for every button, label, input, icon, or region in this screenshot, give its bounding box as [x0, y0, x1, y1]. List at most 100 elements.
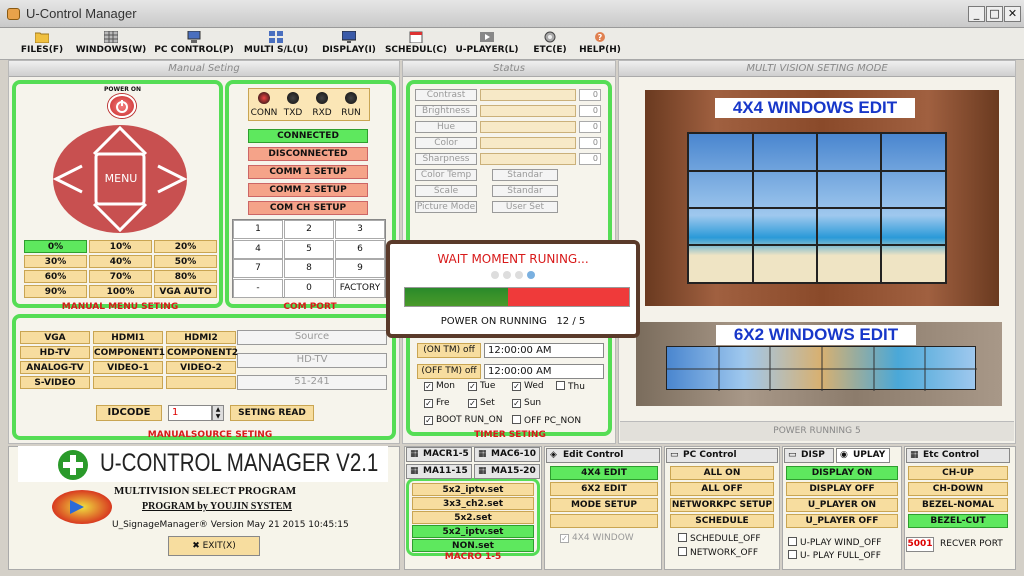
level-button[interactable]: 90% [24, 285, 87, 298]
com-button[interactable]: COM CH SETUP [248, 201, 368, 215]
network-off-check[interactable]: NETWORK_OFF [678, 547, 758, 558]
menu-uplayer[interactable]: U-PLAYER(L) [452, 28, 522, 60]
day-check-set[interactable]: ✓ Set [468, 398, 495, 408]
recver-port-input[interactable]: 5001 [906, 537, 934, 552]
day-check-mon[interactable]: ✓ Mon [424, 381, 455, 391]
pc-button[interactable]: SCHEDULE [670, 514, 774, 528]
level-button[interactable]: 0% [24, 240, 87, 253]
keypad-key[interactable]: 7 [233, 259, 283, 278]
pc-button[interactable]: NETWORKPC SETUP [670, 498, 774, 512]
com-button[interactable]: COMM 1 SETUP [248, 165, 368, 179]
disp-button[interactable]: U_PLAYER ON [786, 498, 898, 512]
macro-tab[interactable]: ▦ MAC6-10 [474, 447, 540, 462]
source-button[interactable] [166, 376, 236, 389]
disp-button[interactable]: DISPLAY OFF [786, 482, 898, 496]
status-slider[interactable] [480, 105, 576, 117]
source-button[interactable]: COMPONENT2 [166, 346, 238, 359]
source-button[interactable]: COMPONENT1 [93, 346, 165, 359]
keypad-key[interactable]: 4 [233, 239, 283, 259]
pc-control-tab[interactable]: ▭ PC Control [666, 448, 778, 463]
uplay-tab[interactable]: ◉ UPLAY [836, 448, 890, 463]
keypad-key[interactable]: 0 [284, 278, 334, 298]
etc-control-tab[interactable]: ▦ Etc Control [906, 448, 1010, 463]
wall-4x4-preview[interactable]: 4X4 WINDOWS EDIT [645, 90, 999, 306]
status-slider[interactable] [480, 121, 576, 133]
status-slider[interactable] [480, 137, 576, 149]
menu-button[interactable]: MENU [96, 154, 146, 204]
day-check-thu[interactable]: Thu [556, 381, 585, 392]
seting-read-button[interactable]: SETING READ [230, 405, 314, 421]
edit-button[interactable]: 6X2 EDIT [550, 482, 658, 496]
schedule-off-check[interactable]: SCHEDULE_OFF [678, 533, 761, 544]
level-button[interactable]: 40% [89, 255, 152, 268]
mode-value[interactable]: Standar [492, 169, 558, 181]
menu-help[interactable]: ? HELP(H) [576, 28, 624, 60]
edit-button[interactable]: 4X4 EDIT [550, 466, 658, 480]
on-time-input[interactable]: 12:00:00 AM [484, 343, 604, 358]
uplay-wind-check[interactable]: U-PLAY WIND_OFF [788, 537, 881, 548]
source-button[interactable]: HDMI1 [93, 331, 163, 344]
edit-button[interactable]: MODE SETUP [550, 498, 658, 512]
com-button[interactable]: CONNECTED [248, 129, 368, 143]
idcode-input[interactable]: 1 [168, 405, 212, 421]
idcode-spinner[interactable]: ▲ ▼ [212, 405, 224, 421]
keypad-key[interactable]: 1 [233, 220, 283, 239]
power-button[interactable] [108, 94, 136, 118]
keypad-key[interactable]: 9 [335, 259, 385, 278]
mode-value[interactable]: Standar [492, 185, 558, 197]
disp-tab[interactable]: ▭ DISP [784, 448, 834, 463]
source-button[interactable] [93, 376, 163, 389]
source-button[interactable]: ANALOG-TV [20, 361, 90, 374]
level-button[interactable]: 50% [154, 255, 217, 268]
exit-button[interactable]: ✖ EXIT(X) [168, 536, 260, 556]
macro-item[interactable]: 5x2.set [412, 511, 534, 524]
mode-value[interactable]: User Set [492, 201, 558, 213]
boot-run-check[interactable]: ✓ BOOT RUN_ON [424, 415, 502, 425]
source-button[interactable]: HDMI2 [166, 331, 236, 344]
menu-display[interactable]: DISPLAY(I) [318, 28, 380, 60]
level-button[interactable]: 60% [24, 270, 87, 283]
etc-button[interactable]: CH-UP [908, 466, 1008, 480]
etc-button[interactable]: BEZEL-CUT [908, 514, 1008, 528]
macro-item[interactable]: NON.set [412, 539, 534, 552]
level-button[interactable]: 10% [89, 240, 152, 253]
edit-button[interactable] [550, 514, 658, 528]
menu-schedul[interactable]: SCHEDUL(C) [384, 28, 448, 60]
day-check-wed[interactable]: ✓ Wed [512, 381, 544, 391]
menu-pc-control[interactable]: PC CONTROL(P) [152, 28, 236, 60]
macro-item[interactable]: 5x2_iptv.set [412, 483, 534, 496]
off-timer-button[interactable]: (OFF TM) off [417, 364, 481, 379]
keypad-key[interactable]: 3 [335, 220, 385, 239]
edit-control-tab[interactable]: ◈ Edit Control [546, 448, 660, 463]
level-button[interactable]: 100% [89, 285, 152, 298]
macro-tab[interactable]: ▦ MACR1-5 [406, 447, 472, 462]
pc-button[interactable]: ALL OFF [670, 482, 774, 496]
status-slider[interactable] [480, 89, 576, 101]
on-timer-button[interactable]: (ON TM) off [417, 343, 481, 358]
disp-button[interactable]: U_PLAYER OFF [786, 514, 898, 528]
menu-multi[interactable]: MULTI S/L(U) [238, 28, 314, 60]
menu-files[interactable]: FILES(F) [14, 28, 70, 60]
day-check-tue[interactable]: ✓ Tue [468, 381, 495, 391]
etc-button[interactable]: CH-DOWN [908, 482, 1008, 496]
macro-item[interactable]: 5x2_iptv.set [412, 525, 534, 538]
menu-windows[interactable]: WINDOWS(W) [74, 28, 148, 60]
com-button[interactable]: COMM 2 SETUP [248, 183, 368, 197]
source-button[interactable]: S-VIDEO [20, 376, 90, 389]
off-pc-check[interactable]: OFF PC_NON [512, 415, 581, 426]
source-button[interactable]: HD-TV [20, 346, 90, 359]
level-button[interactable]: 70% [89, 270, 152, 283]
pc-button[interactable]: ALL ON [670, 466, 774, 480]
close-button[interactable]: ✕ [1004, 6, 1021, 22]
etc-button[interactable]: BEZEL-NOMAL [908, 498, 1008, 512]
off-time-input[interactable]: 12:00:00 AM [484, 364, 604, 379]
macro-tab[interactable]: ▦ MA11-15 [406, 464, 472, 479]
disp-button[interactable]: DISPLAY ON [786, 466, 898, 480]
menu-etc[interactable]: ETC(E) [530, 28, 570, 60]
day-check-fre[interactable]: ✓ Fre [424, 398, 450, 408]
macro-tab[interactable]: ▦ MA15-20 [474, 464, 540, 479]
level-button[interactable]: 20% [154, 240, 217, 253]
keypad-key[interactable]: 5 [284, 239, 334, 259]
wall-6x2-preview[interactable]: 6X2 WINDOWS EDIT [636, 322, 1002, 406]
level-button[interactable]: VGA AUTO [154, 285, 217, 298]
